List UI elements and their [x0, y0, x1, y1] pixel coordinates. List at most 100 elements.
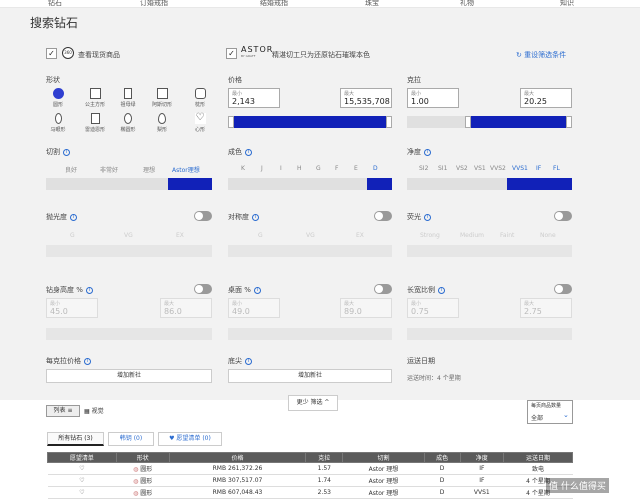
color-grade[interactable]: I	[280, 165, 282, 172]
info-icon[interactable]: i	[438, 286, 445, 294]
info-icon[interactable]: i	[84, 357, 91, 365]
info-icon[interactable]: i	[424, 148, 431, 156]
cut-grade[interactable]: 理想	[143, 165, 155, 174]
info-icon[interactable]: i	[85, 286, 93, 294]
lw-max-value: 2.75	[524, 307, 542, 316]
shape-round[interactable]: 圆形	[48, 88, 68, 112]
price-max-handle[interactable]	[386, 116, 392, 128]
shape-princess[interactable]: 公主方形	[85, 88, 105, 112]
wishlist-heart-icon[interactable]: ♡	[47, 474, 117, 487]
nav-knowledge[interactable]: 知识	[560, 0, 574, 8]
watermark: 值 什么值得买	[546, 478, 609, 493]
clarity-grade[interactable]: VS1	[474, 165, 486, 172]
color-grade[interactable]: E	[354, 165, 358, 172]
color-grade[interactable]: D	[373, 165, 378, 172]
clarity-grade[interactable]: VVS2	[490, 165, 506, 172]
table-row[interactable]: ♡ ◍ 圆形 RMB 307,517.07 1.74 Astor 理想 D IF…	[47, 474, 573, 487]
symmetry-toggle[interactable]	[374, 211, 392, 221]
nav-wedding[interactable]: 结婚戒指	[260, 0, 288, 8]
carat-min-value: 1.00	[411, 97, 429, 106]
ppc-add-button[interactable]: 增加新社	[46, 369, 212, 383]
table-pct-toggle[interactable]	[374, 284, 392, 294]
shape-marquise[interactable]: 马眼形	[48, 113, 68, 137]
carat-max-input[interactable]: 最大 20.25	[520, 88, 572, 108]
clarity-grade[interactable]: VS2	[456, 165, 468, 172]
cut-grade[interactable]: Astor理想	[172, 165, 200, 174]
nav-engagement[interactable]: 订婚戒指	[140, 0, 168, 8]
shape-name: 公主方形	[85, 102, 106, 108]
info-icon[interactable]: i	[245, 357, 252, 365]
table-pct-slider	[228, 328, 392, 340]
table-row[interactable]: ♡ ◍ 圆形 RMB 607,048.43 2.53 Astor 理想 D VV…	[47, 486, 573, 499]
astor-checkbox[interactable]: ✓	[226, 48, 237, 59]
carat-min-input[interactable]: 最小 1.00	[407, 88, 459, 108]
wishlist-heart-icon[interactable]: ♡	[47, 486, 117, 499]
nav-diamonds[interactable]: 钻石	[48, 0, 62, 8]
polish-toggle[interactable]	[194, 211, 212, 221]
col-cut[interactable]: 切割	[342, 452, 425, 463]
shape-oval[interactable]: 椭圆形	[118, 113, 138, 137]
col-wishlist[interactable]: 愿望清单	[47, 452, 117, 463]
table-row[interactable]: ♡ ◍ 圆形 RMB 261,372.26 1.57 Astor 理想 D IF…	[47, 462, 573, 475]
culet-add-button[interactable]: 增加新社	[228, 369, 392, 383]
carat-max-handle[interactable]	[566, 116, 572, 128]
carat-min-handle[interactable]	[465, 116, 471, 128]
col-shipping[interactable]: 运送日期	[503, 452, 573, 463]
clarity-grade[interactable]: IF	[536, 165, 541, 172]
tab-wishlist[interactable]: ♥ 愿望清单 (0)	[158, 432, 222, 446]
tab-all-diamonds[interactable]: 所有钻石 (3)	[47, 432, 104, 446]
depth-label-text: 钻身高度 %	[46, 286, 83, 294]
col-clarity[interactable]: 净度	[459, 452, 505, 463]
shape-asscher[interactable]: 阿斯切形	[152, 88, 172, 112]
list-view-label: 列表	[53, 407, 66, 414]
clarity-grade[interactable]: SI1	[438, 165, 447, 172]
col-shape[interactable]: 形状	[115, 452, 170, 463]
shape-heart[interactable]: ♡ 心形	[190, 113, 210, 137]
price-min-handle[interactable]	[228, 116, 234, 128]
col-price[interactable]: 价格	[168, 452, 307, 463]
color-grade[interactable]: F	[335, 165, 338, 172]
shape-pear[interactable]: 梨形	[152, 113, 172, 137]
shape-name: 祖母绿	[120, 102, 136, 108]
color-grade[interactable]: H	[297, 165, 302, 172]
clarity-grade[interactable]: FL	[553, 165, 560, 172]
lw-ratio-toggle[interactable]	[554, 284, 572, 294]
shape-cell-text: 圆形	[140, 466, 153, 473]
info-icon[interactable]: i	[63, 148, 70, 156]
lw-ratio-label-text: 长宽比例	[407, 286, 435, 294]
clarity-grade[interactable]: VVS1	[512, 165, 528, 172]
nav-jewelry[interactable]: 珠宝	[365, 0, 379, 8]
color-cell: D	[424, 486, 461, 499]
per-page-select[interactable]: 每页商品数量 全部 ⌄	[527, 400, 573, 424]
depth-toggle[interactable]	[194, 284, 212, 294]
info-icon[interactable]: i	[253, 286, 261, 294]
fluorescence-toggle[interactable]	[554, 211, 572, 221]
color-grade[interactable]: J	[261, 165, 263, 172]
wishlist-heart-icon[interactable]: ♡	[47, 462, 117, 475]
color-grade[interactable]: K	[241, 165, 245, 172]
list-view-button[interactable]: 列表 ≡	[46, 405, 80, 417]
min-caption: 最小	[50, 301, 61, 307]
grid-view-button[interactable]: ▦ 视觉	[84, 406, 104, 415]
color-label: 成色 i	[228, 147, 252, 157]
reset-filters-link[interactable]: ↻ 重设筛选条件	[516, 50, 566, 60]
in-stock-checkbox[interactable]: ✓	[46, 48, 57, 59]
info-icon[interactable]: i	[245, 148, 252, 156]
info-icon[interactable]: i	[70, 213, 77, 221]
info-icon[interactable]: i	[424, 213, 431, 221]
shape-cushion[interactable]: 枕形	[190, 88, 210, 112]
tab-compare[interactable]: 韩钥 (0)	[108, 432, 154, 446]
cut-grade[interactable]: 良好	[65, 165, 77, 174]
col-color[interactable]: 成色	[423, 452, 461, 463]
color-grade[interactable]: G	[316, 165, 321, 172]
fewer-filters-button[interactable]: 更少 筛选 ^	[288, 395, 338, 411]
cut-grade[interactable]: 非常好	[100, 165, 118, 174]
price-max-input[interactable]: 最大 15,535,708	[340, 88, 392, 108]
clarity-grade[interactable]: SI2	[419, 165, 428, 172]
shape-radiant[interactable]: 雷迪恩形	[85, 113, 105, 137]
nav-gifts[interactable]: 礼物	[460, 0, 474, 8]
col-carat[interactable]: 克拉	[305, 452, 344, 463]
info-icon[interactable]: i	[252, 213, 259, 221]
price-min-input[interactable]: 最小 2,143	[228, 88, 280, 108]
shape-emerald[interactable]: 祖母绿	[118, 88, 138, 112]
